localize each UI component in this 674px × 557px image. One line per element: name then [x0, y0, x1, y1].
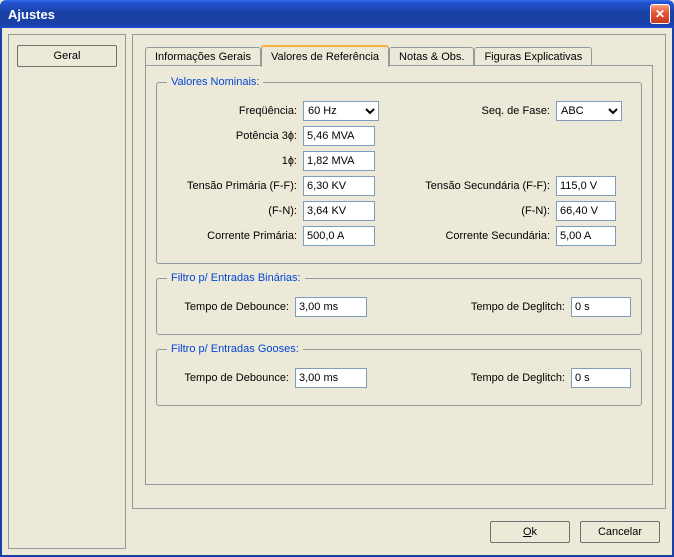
ok-label-rest: k	[532, 526, 538, 538]
input-tensao-sec-fn[interactable]	[556, 201, 616, 221]
label-tensao-sec-fn: (F-N):	[402, 205, 550, 217]
tab-figuras-explicativas[interactable]: Figuras Explicativas	[474, 47, 592, 66]
label-bin-deglitch: Tempo de Deglitch:	[402, 301, 565, 313]
tab-valores-referencia[interactable]: Valores de Referência	[261, 45, 389, 67]
input-goose-deglitch[interactable]	[571, 368, 631, 388]
input-tensao-prim-fn[interactable]	[303, 201, 375, 221]
cancel-button[interactable]: Cancelar	[580, 521, 660, 543]
window-title: Ajustes	[8, 7, 55, 22]
select-frequencia[interactable]: 60 Hz	[303, 101, 379, 121]
input-goose-debounce[interactable]	[295, 368, 367, 388]
close-button[interactable]: ✕	[650, 4, 670, 24]
sidebar: Geral	[8, 34, 126, 549]
label-tensao-prim-ff: Tensão Primária (F-F):	[167, 180, 297, 192]
label-seq-fase: Seq. de Fase:	[402, 105, 550, 117]
input-bin-deglitch[interactable]	[571, 297, 631, 317]
label-corrente-prim: Corrente Primária:	[167, 230, 297, 242]
legend-filtro-gooses: Filtro p/ Entradas Gooses:	[167, 343, 303, 355]
main-panel: Informações Gerais Valores de Referência…	[132, 34, 666, 509]
right-pane: Informações Gerais Valores de Referência…	[132, 34, 666, 549]
legend-valores-nominais: Valores Nominais:	[167, 76, 263, 88]
tab-body: Valores Nominais: Freqüência: 60 Hz Seq.…	[145, 65, 653, 485]
input-potencia1[interactable]	[303, 151, 375, 171]
input-tensao-prim-ff[interactable]	[303, 176, 375, 196]
input-bin-debounce[interactable]	[295, 297, 367, 317]
close-icon: ✕	[655, 7, 665, 21]
dialog-buttons: Ok Cancelar	[132, 515, 666, 549]
label-tensao-prim-fn: (F-N):	[167, 205, 297, 217]
label-corrente-sec: Corrente Secundária:	[402, 230, 550, 242]
label-potencia3: Potência 3ɸ:	[167, 130, 297, 142]
select-seq-fase[interactable]: ABC	[556, 101, 622, 121]
label-frequencia: Freqüência:	[167, 105, 297, 117]
group-filtro-gooses: Filtro p/ Entradas Gooses: Tempo de Debo…	[156, 343, 642, 406]
label-goose-debounce: Tempo de Debounce:	[167, 372, 289, 384]
legend-filtro-binarias: Filtro p/ Entradas Binárias:	[167, 272, 305, 284]
input-corrente-sec[interactable]	[556, 226, 616, 246]
label-bin-debounce: Tempo de Debounce:	[167, 301, 289, 313]
input-tensao-sec-ff[interactable]	[556, 176, 616, 196]
tab-notas-obs[interactable]: Notas & Obs.	[389, 47, 474, 66]
label-tensao-sec-ff: Tensão Secundária (F-F):	[402, 180, 550, 192]
label-potencia1: 1ɸ:	[167, 155, 297, 167]
tab-strip: Informações Gerais Valores de Referência…	[145, 45, 653, 66]
title-bar: Ajustes ✕	[0, 0, 674, 28]
input-potencia3[interactable]	[303, 126, 375, 146]
label-goose-deglitch: Tempo de Deglitch:	[402, 372, 565, 384]
tab-informacoes-gerais[interactable]: Informações Gerais	[145, 47, 261, 66]
group-filtro-binarias: Filtro p/ Entradas Binárias: Tempo de De…	[156, 272, 642, 335]
ok-button[interactable]: Ok	[490, 521, 570, 543]
group-valores-nominais: Valores Nominais: Freqüência: 60 Hz Seq.…	[156, 76, 642, 264]
sidebar-item-geral[interactable]: Geral	[17, 45, 117, 67]
client-area: Geral Informações Gerais Valores de Refe…	[0, 28, 674, 557]
input-corrente-prim[interactable]	[303, 226, 375, 246]
